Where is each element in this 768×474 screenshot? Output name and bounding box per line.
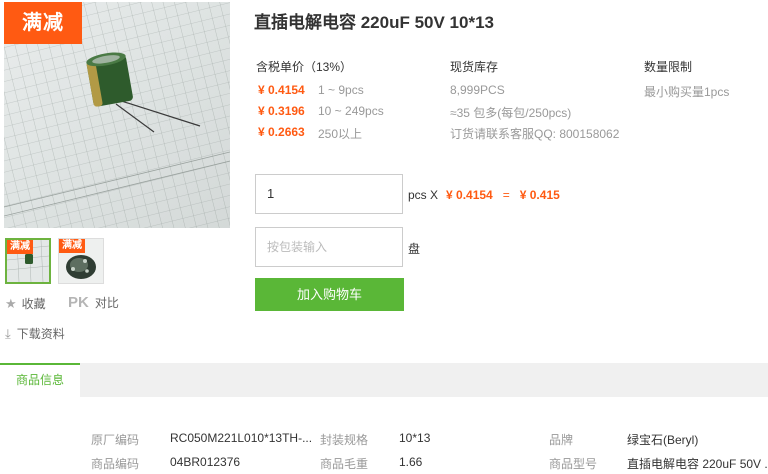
stock-package: ≈35 包多(每包/250pcs) (450, 106, 572, 120)
spec-label: 品牌 (549, 433, 574, 447)
unit-price: ¥ 0.4154 (446, 188, 493, 202)
thumbnail-2[interactable]: 满减 (58, 238, 104, 284)
equals-sign: = (502, 188, 510, 202)
favorite-button[interactable]: ★ 收藏 (5, 295, 46, 312)
package-quantity-input[interactable]: 按包装输入 (255, 227, 403, 267)
spec-value: 10*13 (399, 431, 431, 445)
price-header: 含税单价（13%） (256, 60, 353, 74)
spec-value: 直插电解电容 220uF 50V ... (627, 457, 768, 471)
price-tier: ¥ 0.2663 250以上 (258, 125, 362, 142)
spec-label: 商品型号 (549, 457, 598, 471)
tab-product-info[interactable]: 商品信息 (0, 363, 80, 397)
favorite-label: 收藏 (21, 297, 46, 311)
download-icon: ⤓ (5, 325, 11, 341)
product-title: 直插电解电容 220uF 50V 10*13 (254, 13, 494, 32)
compare-label: 对比 (94, 296, 119, 310)
price-tier: ¥ 0.4154 1 ~ 9pcs (258, 83, 364, 97)
price-tier: ¥ 0.3196 10 ~ 249pcs (258, 104, 384, 118)
tier-range: 250以上 (318, 127, 363, 141)
stock-quantity: 8,999PCS (450, 83, 505, 97)
star-icon: ★ (5, 295, 17, 311)
thumbnail-1-badge: 满减 (7, 240, 33, 254)
tier-price: ¥ 0.2663 (258, 125, 305, 139)
total-price: ¥ 0.415 (519, 188, 560, 202)
download-datasheet-button[interactable]: ⤓ 下载资料 (5, 325, 65, 342)
pk-icon: PK (68, 294, 89, 311)
spec-label: 商品毛重 (320, 457, 369, 471)
spec-value: 绿宝石(Beryl) (627, 433, 699, 447)
quantity-input[interactable]: 1 (255, 174, 403, 214)
spec-label: 商品编码 (91, 457, 140, 471)
tab-bar (0, 363, 768, 397)
package-unit: 盘 (408, 242, 421, 256)
spec-value: 1.66 (399, 455, 423, 469)
stock-header: 现货库存 (450, 60, 499, 74)
spec-label: 封装规格 (320, 433, 369, 447)
stock-contact: 订货请联系客服QQ: 800158062 (450, 127, 620, 141)
tier-range: 10 ~ 249pcs (318, 104, 384, 118)
download-label: 下载资料 (16, 327, 65, 341)
promo-badge: 满减 (4, 2, 82, 44)
limit-header: 数量限制 (644, 60, 693, 74)
thumbnail-1[interactable]: 满减 (5, 238, 51, 284)
tier-range: 1 ~ 9pcs (318, 83, 364, 97)
price-calculation: pcs X ¥ 0.4154 = ¥ 0.415 (408, 188, 560, 202)
thumbnail-2-badge: 满减 (59, 239, 85, 253)
spec-value: RC050M221L010*13TH-... (170, 431, 313, 445)
unit-label: pcs X (408, 188, 439, 202)
add-to-cart-button[interactable]: 加入购物车 (255, 278, 404, 311)
spec-value: 04BR012376 (170, 455, 241, 469)
tier-price: ¥ 0.3196 (258, 104, 305, 118)
spec-label: 原厂编码 (91, 433, 140, 447)
compare-button[interactable]: PK 对比 (68, 294, 119, 311)
minimum-order: 最小购买量1pcs (644, 85, 730, 99)
tier-price: ¥ 0.4154 (258, 83, 305, 97)
